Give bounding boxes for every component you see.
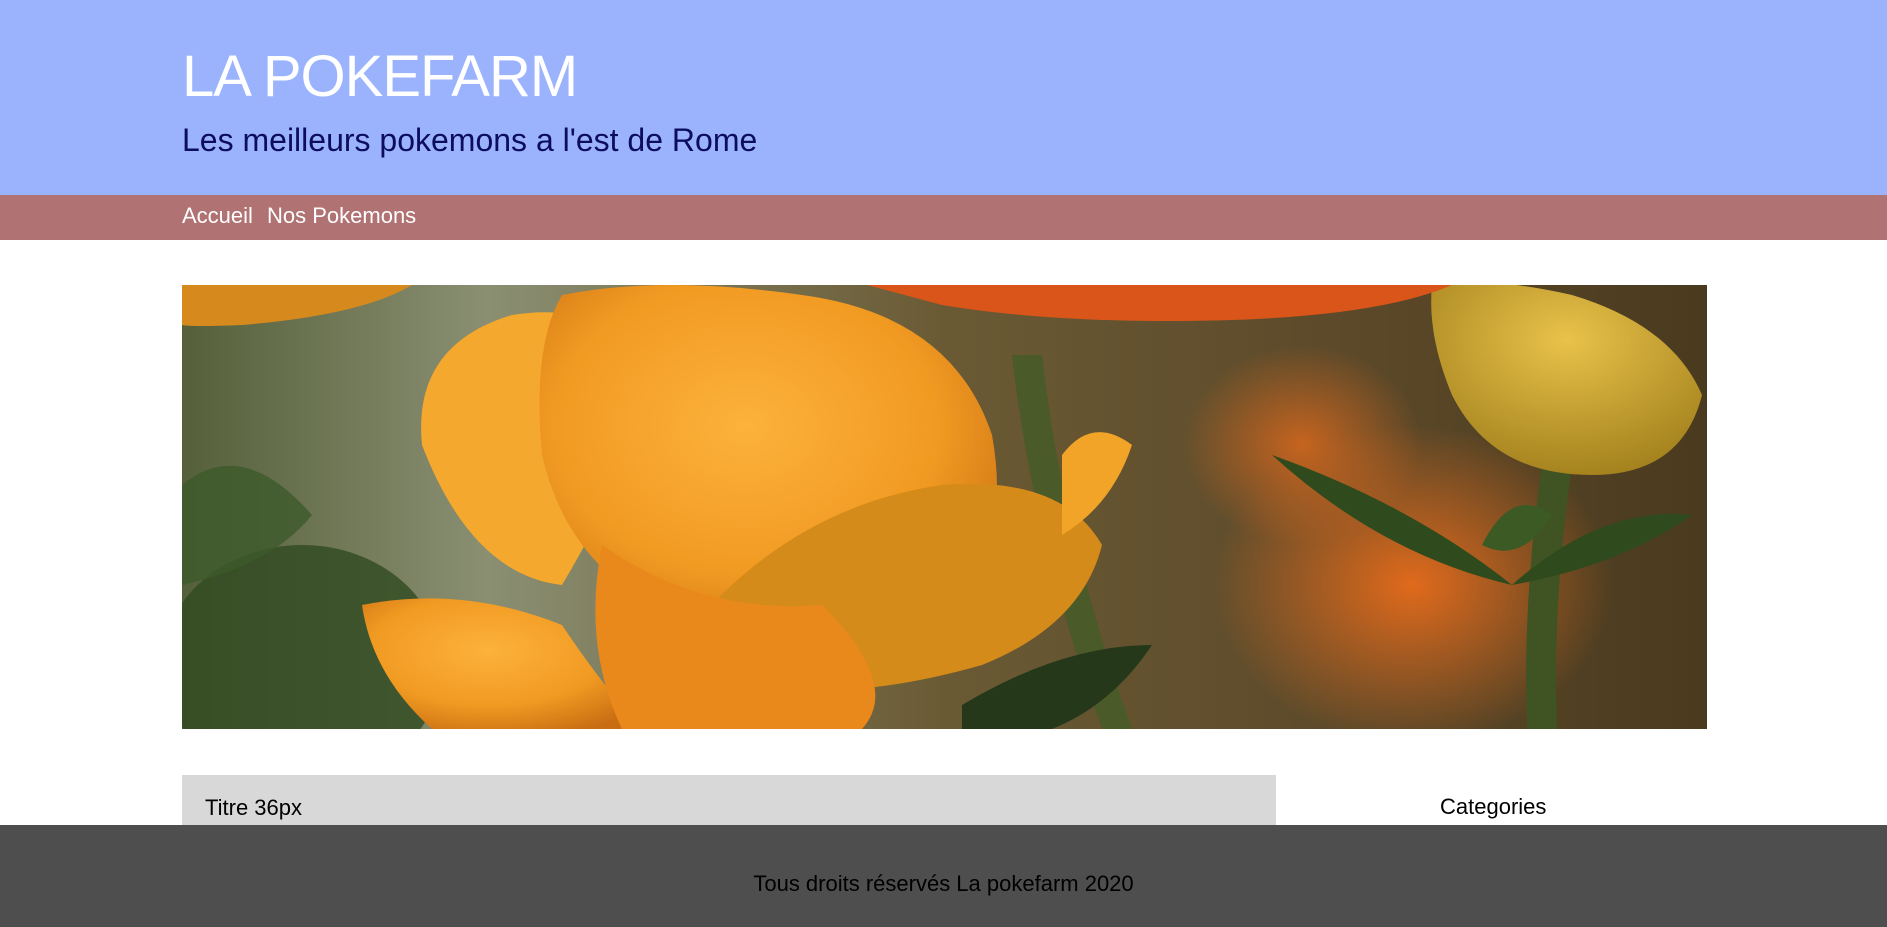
main-nav: Accueil Nos Pokemons [0,195,1887,240]
site-title: LA POKEFARM [182,44,578,109]
nav-link-accueil[interactable]: Accueil [182,202,253,230]
nav-link-nos-pokemons[interactable]: Nos Pokemons [267,202,416,230]
sidebar-categories-title: Categories [1440,794,1547,819]
site-footer: Tous droits réservés La pokefarm 2020 [0,825,1887,927]
site-header: LA POKEFARM Les meilleurs pokemons a l'e… [0,0,1887,195]
site-tagline: Les meilleurs pokemons a l'est de Rome [182,122,758,158]
article-title: Titre 36px [205,795,303,820]
hero-image [182,285,1707,729]
footer-copyright: Tous droits réservés La pokefarm 2020 [753,871,1134,896]
